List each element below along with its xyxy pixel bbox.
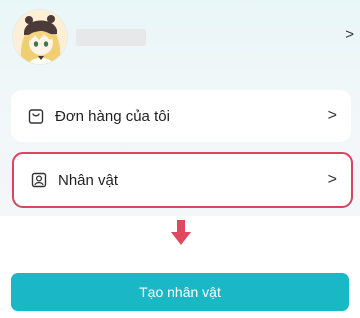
shopping-bag-icon bbox=[27, 107, 45, 125]
profile-chevron-icon[interactable]: > bbox=[345, 26, 354, 43]
chevron-right-icon: > bbox=[327, 171, 337, 188]
menu-item-my-orders[interactable]: Đơn hàng của tôi > bbox=[11, 90, 351, 142]
arrow-down-icon bbox=[171, 220, 191, 246]
menu-item-label: Đơn hàng của tôi bbox=[55, 107, 170, 125]
menu-item-label: Nhân vật bbox=[58, 171, 119, 189]
chevron-right-icon: > bbox=[327, 107, 337, 124]
username-placeholder bbox=[76, 29, 146, 46]
menu-item-character[interactable]: Nhân vật > bbox=[12, 152, 353, 208]
anime-girl-avatar-icon bbox=[13, 10, 67, 64]
create-character-button[interactable]: Tạo nhân vật bbox=[11, 273, 349, 311]
person-card-icon bbox=[30, 171, 48, 189]
avatar[interactable] bbox=[13, 10, 67, 64]
